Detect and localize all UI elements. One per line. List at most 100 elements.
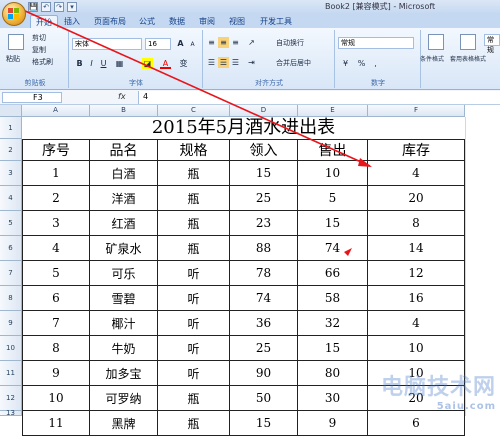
cell-style-box[interactable]: 常规 (484, 34, 500, 54)
table-cell[interactable]: 88 (230, 236, 298, 261)
table-cell[interactable]: 32 (298, 311, 368, 336)
align-left-icon[interactable]: ☰ (206, 57, 217, 68)
align-center-icon[interactable]: ☰ (218, 57, 229, 68)
table-cell[interactable]: 听 (158, 286, 230, 311)
table-cell[interactable]: 25 (230, 186, 298, 211)
column-header-d[interactable]: D (230, 105, 298, 117)
table-cell[interactable]: 红酒 (90, 211, 158, 236)
row-header[interactable]: 1 (0, 117, 22, 139)
table-format-button[interactable]: 套用表格格式 (450, 54, 486, 63)
format-painter-button[interactable]: 格式刷 (32, 57, 53, 67)
row-header[interactable]: 4 (0, 186, 22, 211)
table-cell[interactable]: 15 (298, 336, 368, 361)
table-cell[interactable]: 瓶 (158, 236, 230, 261)
table-cell[interactable]: 听 (158, 261, 230, 286)
table-cell[interactable]: 15 (298, 211, 368, 236)
table-cell[interactable]: 牛奶 (90, 336, 158, 361)
table-cell[interactable]: 36 (230, 311, 298, 336)
row-header[interactable]: 3 (0, 161, 22, 186)
table-cell[interactable]: 74 (298, 236, 368, 261)
table-cell[interactable]: 50 (230, 386, 298, 411)
tab-page-layout[interactable]: 页面布局 (90, 15, 130, 28)
tab-developer[interactable]: 开发工具 (256, 15, 296, 28)
table-cell[interactable]: 听 (158, 311, 230, 336)
table-cell[interactable]: 1 (22, 161, 90, 186)
table-cell[interactable]: 23 (230, 211, 298, 236)
table-cell[interactable]: 瓶 (158, 161, 230, 186)
row-header[interactable]: 12 (0, 386, 22, 411)
table-cell[interactable]: 7 (22, 311, 90, 336)
table-cell[interactable]: 雪碧 (90, 286, 158, 311)
align-right-icon[interactable]: ☰ (230, 57, 241, 68)
font-size-select[interactable]: 16 (145, 38, 171, 50)
row-header[interactable]: 13 (0, 410, 22, 417)
table-header-cell[interactable]: 领入 (230, 139, 298, 161)
row-header[interactable]: 9 (0, 311, 22, 336)
conditional-format-button[interactable]: 条件格式 (420, 54, 444, 63)
table-cell[interactable]: 14 (368, 236, 465, 261)
table-cell[interactable]: 74 (230, 286, 298, 311)
table-cell[interactable]: 椰汁 (90, 311, 158, 336)
row-header[interactable]: 2 (0, 139, 22, 161)
column-header-c[interactable]: C (158, 105, 230, 117)
table-cell[interactable]: 矿泉水 (90, 236, 158, 261)
table-cell[interactable]: 10 (22, 386, 90, 411)
font-name-select[interactable]: 宋体 (72, 38, 142, 50)
table-cell[interactable]: 瓶 (158, 386, 230, 411)
table-cell[interactable]: 4 (22, 236, 90, 261)
tab-formulas[interactable]: 公式 (136, 15, 158, 28)
tab-insert[interactable]: 插入 (60, 15, 84, 28)
table-format-icon[interactable] (460, 34, 476, 50)
number-format-select[interactable]: 常规 (338, 37, 414, 49)
conditional-format-icon[interactable] (428, 34, 444, 50)
table-cell[interactable]: 6 (368, 411, 465, 436)
table-cell[interactable]: 洋酒 (90, 186, 158, 211)
tab-data[interactable]: 数据 (166, 15, 188, 28)
table-header-cell[interactable]: 品名 (90, 139, 158, 161)
table-cell[interactable]: 8 (368, 211, 465, 236)
column-header-a[interactable]: A (22, 105, 90, 117)
table-cell[interactable]: 可乐 (90, 261, 158, 286)
table-cell[interactable]: 6 (22, 286, 90, 311)
italic-button[interactable]: I (86, 58, 97, 69)
table-cell[interactable]: 10 (368, 336, 465, 361)
undo-icon[interactable]: ↶ (41, 2, 51, 12)
redo-icon[interactable]: ↷ (54, 2, 64, 12)
customize-qat-icon[interactable]: ▾ (67, 2, 77, 12)
table-cell[interactable]: 8 (22, 336, 90, 361)
table-cell[interactable]: 9 (22, 361, 90, 386)
underline-button[interactable]: U (98, 58, 109, 69)
align-bottom-icon[interactable]: ≡ (230, 37, 241, 48)
percent-button[interactable]: % (356, 58, 367, 69)
table-cell[interactable]: 听 (158, 361, 230, 386)
table-cell[interactable]: 25 (230, 336, 298, 361)
cut-button[interactable]: 剪切 (32, 33, 46, 43)
column-header-e[interactable]: E (298, 105, 368, 117)
table-header-cell[interactable]: 规格 (158, 139, 230, 161)
table-cell[interactable]: 20 (368, 186, 465, 211)
orientation-icon[interactable]: ↗ (246, 37, 257, 48)
tab-home[interactable]: 开始 (30, 15, 58, 28)
table-cell[interactable]: 5 (22, 261, 90, 286)
table-cell[interactable]: 12 (368, 261, 465, 286)
table-cell[interactable]: 可罗纳 (90, 386, 158, 411)
save-icon[interactable]: 💾 (28, 2, 38, 12)
table-cell[interactable]: 4 (368, 161, 465, 186)
row-header[interactable]: 10 (0, 336, 22, 361)
table-cell[interactable]: 9 (298, 411, 368, 436)
table-cell[interactable]: 4 (368, 311, 465, 336)
row-header[interactable]: 11 (0, 361, 22, 386)
table-header-cell[interactable]: 序号 (22, 139, 90, 161)
table-cell[interactable]: 加多宝 (90, 361, 158, 386)
font-color-button[interactable]: A (160, 58, 171, 69)
paste-icon[interactable] (8, 34, 24, 50)
table-header-cell[interactable]: 售出 (298, 139, 368, 161)
copy-button[interactable]: 复制 (32, 45, 46, 55)
table-cell[interactable]: 80 (298, 361, 368, 386)
name-box[interactable]: F3 (2, 92, 62, 103)
table-cell[interactable]: 90 (230, 361, 298, 386)
indent-icon[interactable]: ⇥ (246, 57, 257, 68)
table-cell[interactable]: 瓶 (158, 211, 230, 236)
shrink-font-button[interactable]: A (187, 39, 198, 50)
currency-icon[interactable]: ¥ (340, 58, 351, 69)
